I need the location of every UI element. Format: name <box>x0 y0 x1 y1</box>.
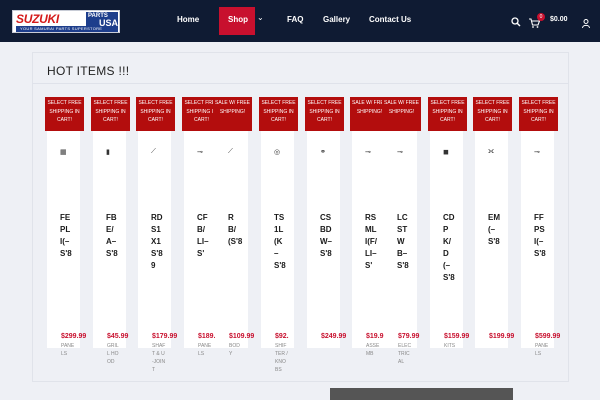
logo-text: SUZUKI <box>16 12 59 26</box>
product-category[interactable]: GRILL HOOD <box>107 342 121 366</box>
nav-home[interactable]: Home <box>177 15 199 24</box>
product-category[interactable]: PANELS <box>198 342 212 358</box>
product-category[interactable]: KITS <box>444 342 458 350</box>
footer-image-strip <box>330 388 513 400</box>
sale-badge: SELECT FREE SHIPPING IN CART! <box>136 97 175 131</box>
cart-count-badge: 0 <box>537 13 545 21</box>
sale-badge: SELECT FREE SHIPPING IN CART! <box>428 97 467 131</box>
product-price: $189. <box>198 333 216 340</box>
cart-total[interactable]: $0.00 <box>550 16 568 23</box>
sale-badge: SELECT FREE SHIPPING IN CART! <box>91 97 130 131</box>
sale-badge: SALE W/ FREE SHIPPING! <box>382 97 421 131</box>
product-thumbnail-icon[interactable]: ⊸ <box>197 148 205 156</box>
product-category[interactable]: ASSEMB <box>366 342 380 358</box>
sale-badge: SELECT FREE SHIPPING IN CART! <box>519 97 558 131</box>
product-thumbnail-icon[interactable]: ⟋ <box>151 148 159 156</box>
product-price: $79.99 <box>398 333 420 340</box>
account-icon[interactable] <box>582 15 590 33</box>
product-name[interactable]: CFB/LI–S' <box>197 212 209 260</box>
search-icon[interactable] <box>511 14 521 32</box>
sale-badge: SELECT FREE SHIPPING IN CART! <box>45 97 84 131</box>
sale-badge: SELECT FREE SHIPPING IN CART! <box>305 97 344 131</box>
product-price: $599.99 <box>535 333 561 340</box>
product-thumbnail-icon[interactable]: ◎ <box>274 148 282 156</box>
product-name[interactable]: CSBDW–S'8 <box>320 212 332 260</box>
product-price: $45.99 <box>107 333 129 340</box>
sale-badge: SELECT FREE SHIPPING IN CART! <box>259 97 298 131</box>
product-name[interactable]: FBE/A–S'8 <box>106 212 118 260</box>
product-name[interactable]: FFPSI(–S'8 <box>534 212 546 260</box>
sale-badge: SALE W/ FREE SHIPPING! <box>213 97 252 131</box>
logo-tagline: YOUR SAMURAI PARTS SUPERSTORE <box>16 26 118 32</box>
nav-shop[interactable]: Shop <box>219 7 255 35</box>
product-thumbnail-icon[interactable]: ⚭ <box>320 148 328 156</box>
product-price: $249.99 <box>321 333 347 340</box>
product-category[interactable]: ELECTRICAL <box>398 342 412 366</box>
nav-contact[interactable]: Contact Us <box>369 15 411 24</box>
site-header: SUZUKI PARTS USA YOUR SAMURAI PARTS SUPE… <box>0 0 600 42</box>
product-price: $179.99 <box>152 333 178 340</box>
product-name[interactable]: CDPK/D(–S'8 <box>443 212 455 284</box>
product-price: $199.99 <box>489 333 515 340</box>
product-price: $299.99 <box>61 333 87 340</box>
product-thumbnail-icon[interactable]: ◼ <box>443 148 451 156</box>
product-thumbnail-icon[interactable]: ⊸ <box>534 148 542 156</box>
product-category[interactable]: PANELS <box>535 342 549 358</box>
product-category[interactable]: SHIFTER / KNOBS <box>275 342 289 374</box>
product-name[interactable]: RB/(S'8 <box>228 212 242 248</box>
product-thumbnail-icon[interactable]: ⊸ <box>397 148 405 156</box>
product-thumbnail-icon[interactable]: ⟗ <box>488 148 496 156</box>
product-name[interactable]: RDS1X1S'89 <box>151 212 163 272</box>
section-divider <box>32 83 569 84</box>
product-price: $92. <box>275 333 289 340</box>
sale-badge: SELECT FREE SHIPPING IN CART! <box>473 97 512 131</box>
product-price: $159.99 <box>444 333 470 340</box>
product-thumbnail-icon[interactable]: ▦ <box>60 148 68 156</box>
product-category[interactable]: SHAFT & U-JOINT <box>152 342 166 374</box>
product-thumbnail-icon[interactable]: ▮ <box>106 148 114 156</box>
product-name[interactable]: EM(–S'8 <box>488 212 500 248</box>
product-name[interactable]: LCSTWB–S'8 <box>397 212 409 272</box>
product-name[interactable]: RSMLI(F/LI–S' <box>365 212 377 272</box>
product-price: $19.9 <box>366 333 384 340</box>
nav-faq[interactable]: FAQ <box>287 15 303 24</box>
site-logo[interactable]: SUZUKI PARTS USA YOUR SAMURAI PARTS SUPE… <box>12 10 120 33</box>
product-name[interactable]: TS1L(K–S'8 <box>274 212 286 272</box>
product-category[interactable]: PANELS <box>61 342 75 358</box>
chevron-down-icon[interactable]: ⌄ <box>257 13 264 22</box>
product-thumbnail-icon[interactable]: ⊸ <box>365 148 373 156</box>
product-thumbnail-icon[interactable]: ⟋ <box>228 148 236 156</box>
product-price: $109.99 <box>229 333 255 340</box>
product-name[interactable]: FEPLI(–S'8 <box>60 212 72 260</box>
nav-gallery[interactable]: Gallery <box>323 15 350 24</box>
section-title: HOT ITEMS !!! <box>47 64 130 78</box>
product-category[interactable]: BODY <box>229 342 243 358</box>
